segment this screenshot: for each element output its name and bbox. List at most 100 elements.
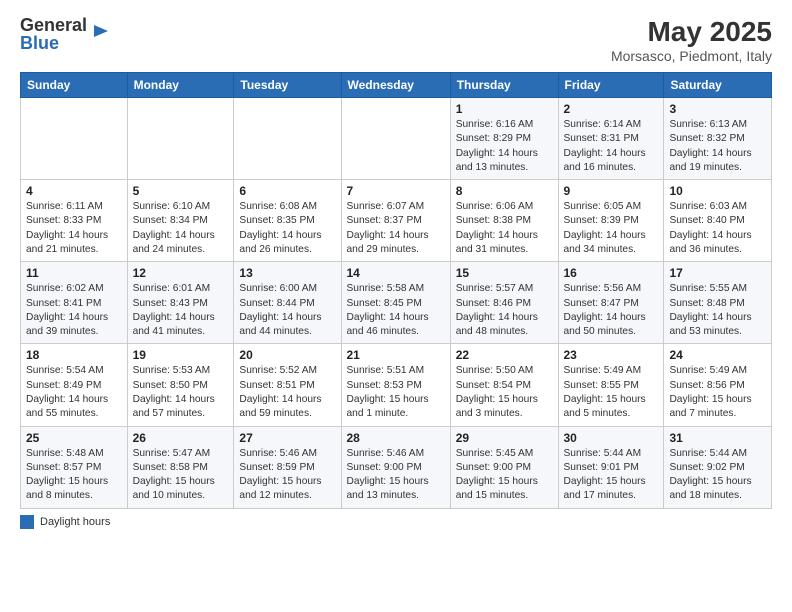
cell-info: Sunrise: 5:48 AM Sunset: 8:57 PM Dayligh… <box>26 447 122 504</box>
cell-date: 9 <box>564 184 659 198</box>
weekday-header-thursday: Thursday <box>450 73 558 98</box>
cell-info: Sunrise: 6:14 AM Sunset: 8:31 PM Dayligh… <box>564 118 659 175</box>
cell-date: 14 <box>347 266 445 280</box>
calendar-cell: 12 Sunrise: 6:01 AM Sunset: 8:43 PM Dayli… <box>127 262 234 344</box>
calendar-cell: 6 Sunrise: 6:08 AM Sunset: 8:35 PM Daylig… <box>234 180 341 262</box>
calendar-cell: 26Sunrise: 5:47 AM Sunset: 8:58 PM Dayli… <box>127 426 234 508</box>
calendar-cell: 20 Sunrise: 5:52 AM Sunset: 8:51 PM Dayli… <box>234 344 341 426</box>
calendar-cell: 25 Sunrise: 5:48 AM Sunset: 8:57 PM Dayli… <box>21 426 128 508</box>
weekday-header-friday: Friday <box>558 73 664 98</box>
calendar-cell <box>234 98 341 180</box>
cell-info: Sunrise: 5:53 AM Sunset: 8:50 PM Dayligh… <box>133 364 229 421</box>
weekday-header-sunday: Sunday <box>21 73 128 98</box>
calendar-cell: 9 Sunrise: 6:05 AM Sunset: 8:39 PM Daylig… <box>558 180 664 262</box>
cell-date: 12 <box>133 266 229 280</box>
calendar: SundayMondayTuesdayWednesdayThursdayFrid… <box>20 72 772 509</box>
calendar-cell: 18 Sunrise: 5:54 AM Sunset: 8:49 PM Dayli… <box>21 344 128 426</box>
cell-date: 24 <box>669 348 766 362</box>
weekday-header-tuesday: Tuesday <box>234 73 341 98</box>
calendar-cell: 13Sunrise: 6:00 AM Sunset: 8:44 PM Dayli… <box>234 262 341 344</box>
calendar-cell: 11Sunrise: 6:02 AM Sunset: 8:41 PM Dayli… <box>21 262 128 344</box>
calendar-week-2: 4Sunrise: 6:11 AM Sunset: 8:33 PM Daylig… <box>21 180 772 262</box>
cell-date: 8 <box>456 184 553 198</box>
cell-date: 29 <box>456 431 553 445</box>
legend: Daylight hours <box>20 515 772 529</box>
cell-date: 3 <box>669 102 766 116</box>
cell-date: 26 <box>133 431 229 445</box>
cell-date: 7 <box>347 184 445 198</box>
cell-date: 17 <box>669 266 766 280</box>
cell-info: Sunrise: 5:51 AM Sunset: 8:53 PM Dayligh… <box>347 364 445 421</box>
cell-info: Sunrise: 5:46 AM Sunset: 8:59 PM Dayligh… <box>239 447 335 504</box>
cell-info: Sunrise: 5:46 AM Sunset: 9:00 PM Dayligh… <box>347 447 445 504</box>
calendar-week-1: 1 Sunrise: 6:16 AM Sunset: 8:29 PM Daylig… <box>21 98 772 180</box>
weekday-header-wednesday: Wednesday <box>341 73 450 98</box>
legend-box <box>20 515 34 529</box>
cell-date: 23 <box>564 348 659 362</box>
calendar-cell: 19 Sunrise: 5:53 AM Sunset: 8:50 PM Dayli… <box>127 344 234 426</box>
logo-general: General <box>20 16 87 34</box>
calendar-cell <box>21 98 128 180</box>
calendar-cell: 1 Sunrise: 6:16 AM Sunset: 8:29 PM Daylig… <box>450 98 558 180</box>
calendar-cell: 2 Sunrise: 6:14 AM Sunset: 8:31 PM Daylig… <box>558 98 664 180</box>
cell-info: Sunrise: 6:01 AM Sunset: 8:43 PM Dayligh… <box>133 282 229 339</box>
cell-info: Sunrise: 6:11 AM Sunset: 8:33 PM Dayligh… <box>26 200 122 257</box>
cell-date: 20 <box>239 348 335 362</box>
calendar-cell: 4Sunrise: 6:11 AM Sunset: 8:33 PM Daylig… <box>21 180 128 262</box>
weekday-header-saturday: Saturday <box>664 73 772 98</box>
calendar-cell: 31Sunrise: 5:44 AM Sunset: 9:02 PM Dayli… <box>664 426 772 508</box>
main-title: May 2025 <box>611 16 772 48</box>
cell-date: 5 <box>133 184 229 198</box>
cell-info: Sunrise: 6:08 AM Sunset: 8:35 PM Dayligh… <box>239 200 335 257</box>
calendar-cell: 14Sunrise: 5:58 AM Sunset: 8:45 PM Dayli… <box>341 262 450 344</box>
cell-info: Sunrise: 6:10 AM Sunset: 8:34 PM Dayligh… <box>133 200 229 257</box>
cell-info: Sunrise: 6:00 AM Sunset: 8:44 PM Dayligh… <box>239 282 335 339</box>
calendar-cell: 28Sunrise: 5:46 AM Sunset: 9:00 PM Dayli… <box>341 426 450 508</box>
cell-info: Sunrise: 6:06 AM Sunset: 8:38 PM Dayligh… <box>456 200 553 257</box>
calendar-cell: 5 Sunrise: 6:10 AM Sunset: 8:34 PM Daylig… <box>127 180 234 262</box>
logo-text: General Blue <box>20 16 87 52</box>
cell-date: 18 <box>26 348 122 362</box>
calendar-header-row: SundayMondayTuesdayWednesdayThursdayFrid… <box>21 73 772 98</box>
cell-info: Sunrise: 5:45 AM Sunset: 9:00 PM Dayligh… <box>456 447 553 504</box>
weekday-header-monday: Monday <box>127 73 234 98</box>
calendar-cell: 10Sunrise: 6:03 AM Sunset: 8:40 PM Dayli… <box>664 180 772 262</box>
calendar-cell: 29 Sunrise: 5:45 AM Sunset: 9:00 PM Dayli… <box>450 426 558 508</box>
calendar-cell: 22 Sunrise: 5:50 AM Sunset: 8:54 PM Dayli… <box>450 344 558 426</box>
cell-info: Sunrise: 6:13 AM Sunset: 8:32 PM Dayligh… <box>669 118 766 175</box>
calendar-week-4: 18 Sunrise: 5:54 AM Sunset: 8:49 PM Dayli… <box>21 344 772 426</box>
cell-info: Sunrise: 6:03 AM Sunset: 8:40 PM Dayligh… <box>669 200 766 257</box>
calendar-week-5: 25 Sunrise: 5:48 AM Sunset: 8:57 PM Dayli… <box>21 426 772 508</box>
cell-info: Sunrise: 5:50 AM Sunset: 8:54 PM Dayligh… <box>456 364 553 421</box>
cell-info: Sunrise: 5:44 AM Sunset: 9:02 PM Dayligh… <box>669 447 766 504</box>
cell-date: 27 <box>239 431 335 445</box>
calendar-cell: 30Sunrise: 5:44 AM Sunset: 9:01 PM Dayli… <box>558 426 664 508</box>
cell-info: Sunrise: 5:55 AM Sunset: 8:48 PM Dayligh… <box>669 282 766 339</box>
cell-info: Sunrise: 5:49 AM Sunset: 8:56 PM Dayligh… <box>669 364 766 421</box>
cell-info: Sunrise: 5:44 AM Sunset: 9:01 PM Dayligh… <box>564 447 659 504</box>
calendar-cell: 7Sunrise: 6:07 AM Sunset: 8:37 PM Daylig… <box>341 180 450 262</box>
cell-date: 6 <box>239 184 335 198</box>
cell-date: 15 <box>456 266 553 280</box>
cell-date: 16 <box>564 266 659 280</box>
calendar-cell <box>341 98 450 180</box>
cell-info: Sunrise: 6:16 AM Sunset: 8:29 PM Dayligh… <box>456 118 553 175</box>
header: General Blue May 2025 Morsasco, Piedmont… <box>20 16 772 64</box>
cell-date: 25 <box>26 431 122 445</box>
cell-info: Sunrise: 5:52 AM Sunset: 8:51 PM Dayligh… <box>239 364 335 421</box>
legend-label: Daylight hours <box>40 516 110 528</box>
calendar-cell: 16 Sunrise: 5:56 AM Sunset: 8:47 PM Dayli… <box>558 262 664 344</box>
cell-info: Sunrise: 5:54 AM Sunset: 8:49 PM Dayligh… <box>26 364 122 421</box>
calendar-cell: 17 Sunrise: 5:55 AM Sunset: 8:48 PM Dayli… <box>664 262 772 344</box>
cell-date: 11 <box>26 266 122 280</box>
cell-date: 19 <box>133 348 229 362</box>
logo-blue: Blue <box>20 34 87 52</box>
calendar-cell: 21 Sunrise: 5:51 AM Sunset: 8:53 PM Dayli… <box>341 344 450 426</box>
cell-date: 2 <box>564 102 659 116</box>
calendar-cell: 3 Sunrise: 6:13 AM Sunset: 8:32 PM Daylig… <box>664 98 772 180</box>
cell-info: Sunrise: 6:05 AM Sunset: 8:39 PM Dayligh… <box>564 200 659 257</box>
cell-date: 21 <box>347 348 445 362</box>
cell-date: 1 <box>456 102 553 116</box>
cell-date: 22 <box>456 348 553 362</box>
cell-info: Sunrise: 5:56 AM Sunset: 8:47 PM Dayligh… <box>564 282 659 339</box>
